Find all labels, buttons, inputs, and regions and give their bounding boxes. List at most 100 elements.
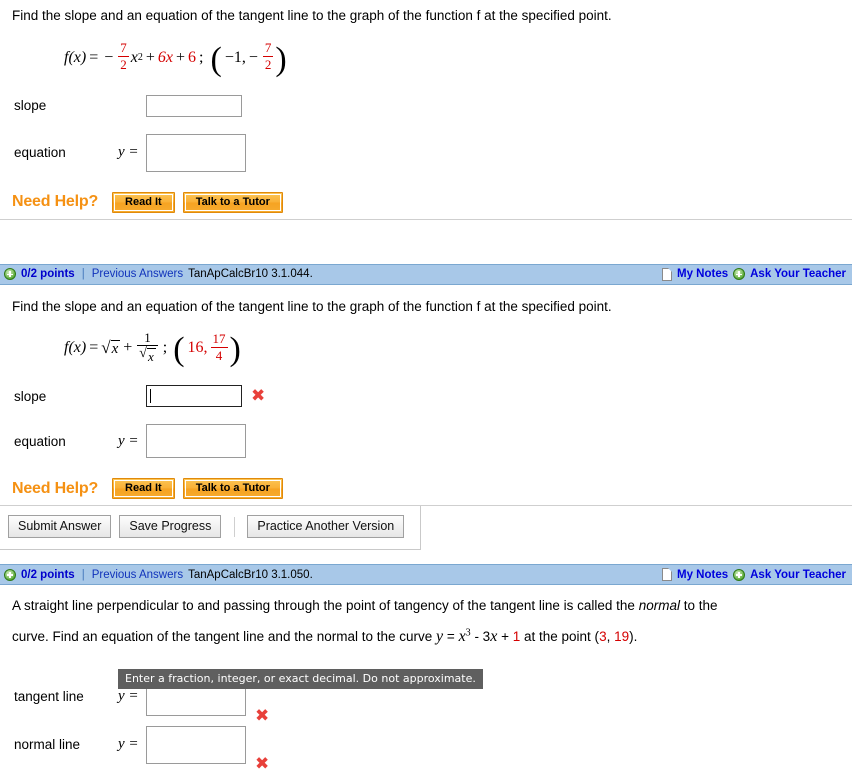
fraction-numerator: 1 xyxy=(144,329,151,345)
fraction-denominator: √ x xyxy=(137,347,157,363)
ask-your-teacher-link[interactable]: Ask Your Teacher xyxy=(750,268,846,280)
section3-header-bar: 0/2 points | Previous Answers TanApCalcB… xyxy=(0,564,852,586)
formula-fx: f(x) xyxy=(64,339,87,357)
prompt-text-c: curve. Find an equation of the tangent l… xyxy=(12,628,437,644)
point-x-value: 3 xyxy=(599,628,607,644)
formula-plus: + xyxy=(123,339,133,357)
equation-input[interactable] xyxy=(146,424,246,459)
formula-equals: = xyxy=(89,48,99,66)
points-label: 0/2 points xyxy=(21,568,75,581)
problem2-equation-row: equation y = xyxy=(12,424,840,459)
my-notes-link[interactable]: My Notes xyxy=(677,569,728,581)
panel-gap xyxy=(0,220,852,264)
curve-exponent: 3 xyxy=(465,627,471,639)
problem1-equation-row: equation y = xyxy=(12,133,840,172)
fraction-numerator: 7 xyxy=(264,40,272,56)
normal-line-label: normal line xyxy=(14,737,81,753)
formula-term-6: 6 xyxy=(188,48,197,66)
curve-plus: + xyxy=(501,628,509,644)
ask-teacher-plus-icon[interactable] xyxy=(733,268,746,281)
formula-fraction-7-2: 7 2 xyxy=(118,41,129,71)
curve-x: x xyxy=(458,627,466,645)
problem-panel-2: 0/2 points | Previous Answers TanApCalcB… xyxy=(0,263,852,689)
fraction-numerator: 17 xyxy=(212,330,226,346)
previous-answers-link[interactable]: Previous Answers xyxy=(92,268,183,280)
formula-equals: = xyxy=(89,339,99,357)
previous-answers-link[interactable]: Previous Answers xyxy=(92,569,183,581)
prompt-text-e: ). xyxy=(629,628,638,644)
point-comma: , xyxy=(606,628,615,644)
incorrect-x-icon: ✖ xyxy=(255,705,270,726)
equation-equals-label: y = xyxy=(118,144,139,161)
note-page-icon[interactable] xyxy=(662,568,672,582)
fraction-denominator: 2 xyxy=(264,57,272,73)
incorrect-x-icon: ✖ xyxy=(251,385,266,406)
incorrect-x-icon: ✖ xyxy=(255,753,270,774)
problem-panel-1: Find the slope and an equation of the ta… xyxy=(0,0,852,264)
header-divider: | xyxy=(81,568,85,581)
need-help-label: Need Help? xyxy=(12,479,99,497)
slope-input[interactable] xyxy=(146,385,242,408)
problem1-need-help: Need Help? Read It Talk to a Tutor xyxy=(12,191,840,219)
problem3-prompt-line1: A straight line perpendicular to and pas… xyxy=(12,585,840,616)
practice-another-version-button[interactable]: Practice Another Version xyxy=(247,515,405,539)
radical-sign: √ xyxy=(101,338,111,358)
expand-plus-icon[interactable] xyxy=(4,268,16,281)
curve-term-minus3: - 3 xyxy=(474,628,491,644)
formula-sqrt-x: √ x xyxy=(101,338,121,358)
formula-point-x: −1, xyxy=(224,48,246,66)
slope-input[interactable] xyxy=(146,94,242,117)
ask-teacher-plus-icon[interactable] xyxy=(733,568,746,581)
curve-y: y xyxy=(436,627,444,645)
section2-header-bar: 0/2 points | Previous Answers TanApCalcB… xyxy=(0,263,852,285)
formula-minus: − xyxy=(104,48,114,66)
problem3-normal-row: normal line y = ✖ xyxy=(12,725,840,772)
need-help-label: Need Help? xyxy=(12,193,99,211)
formula-point-x: 16, xyxy=(187,339,208,357)
note-page-icon[interactable] xyxy=(662,267,672,281)
assignment-page: Find the slope and an equation of the ta… xyxy=(0,0,852,772)
formula-fraction-1-sqrtx: 1 √ x xyxy=(137,329,158,363)
problem1-formula: f(x) = − 7 2 x2 + 6x + 6; ( −1, − 7 2) xyxy=(64,40,287,78)
formula-point-fraction: 17 4 xyxy=(210,330,228,362)
submit-answer-button[interactable]: Submit Answer xyxy=(8,515,112,539)
my-notes-link[interactable]: My Notes xyxy=(677,268,728,280)
question-id: TanApCalcBr10 3.1.044. xyxy=(188,268,313,281)
formula-plus-1: + xyxy=(145,48,155,66)
talk-to-tutor-button[interactable]: Talk to a Tutor xyxy=(182,478,283,500)
save-progress-button[interactable]: Save Progress xyxy=(119,515,222,539)
prompt-emphasis-normal: normal xyxy=(638,598,680,614)
problem1-slope-row: slope xyxy=(12,92,840,120)
problem1-prompt: Find the slope and an equation of the ta… xyxy=(12,8,612,23)
slope-label: slope xyxy=(14,98,47,114)
normal-line-input[interactable] xyxy=(146,725,246,764)
curve-equals: = xyxy=(446,628,455,644)
prompt-text-a: A straight line perpendicular to and pas… xyxy=(12,598,639,614)
formula-point-minus: − xyxy=(248,48,258,66)
tangent-line-label: tangent line xyxy=(14,689,84,705)
points-label: 0/2 points xyxy=(21,268,75,281)
equation-input[interactable] xyxy=(146,133,246,172)
problem2-formula: f(x) = √ x + 1 √ x ; (16, 17 4) xyxy=(64,329,241,369)
radicand: x xyxy=(146,348,156,365)
ask-your-teacher-link[interactable]: Ask Your Teacher xyxy=(750,569,846,581)
problem3-prompt-line2: curve. Find an equation of the tangent l… xyxy=(12,616,840,648)
fraction-denominator: 2 xyxy=(120,57,127,73)
expand-plus-icon[interactable] xyxy=(4,568,16,581)
problem2-prompt: Find the slope and an equation of the ta… xyxy=(12,298,612,314)
point-y-value: 19 xyxy=(614,628,630,644)
formula-semicolon: ; xyxy=(199,48,204,66)
problem2-need-help: Need Help? Read It Talk to a Tutor xyxy=(12,478,840,505)
formula-point-fraction: 7 2 xyxy=(262,40,274,73)
header-divider: | xyxy=(81,268,85,281)
read-it-button[interactable]: Read It xyxy=(112,191,175,213)
fraction-numerator: 7 xyxy=(120,40,127,56)
formula-variable-x: x xyxy=(130,48,138,66)
panel-gap xyxy=(0,550,852,564)
button-divider xyxy=(234,516,236,537)
formula-semicolon: ; xyxy=(162,339,168,357)
input-hint-tooltip: Enter a fraction, integer, or exact deci… xyxy=(118,668,483,689)
read-it-button[interactable]: Read It xyxy=(112,478,175,500)
talk-to-tutor-button[interactable]: Talk to a Tutor xyxy=(182,191,283,213)
equation-equals-label: y = xyxy=(118,432,139,449)
